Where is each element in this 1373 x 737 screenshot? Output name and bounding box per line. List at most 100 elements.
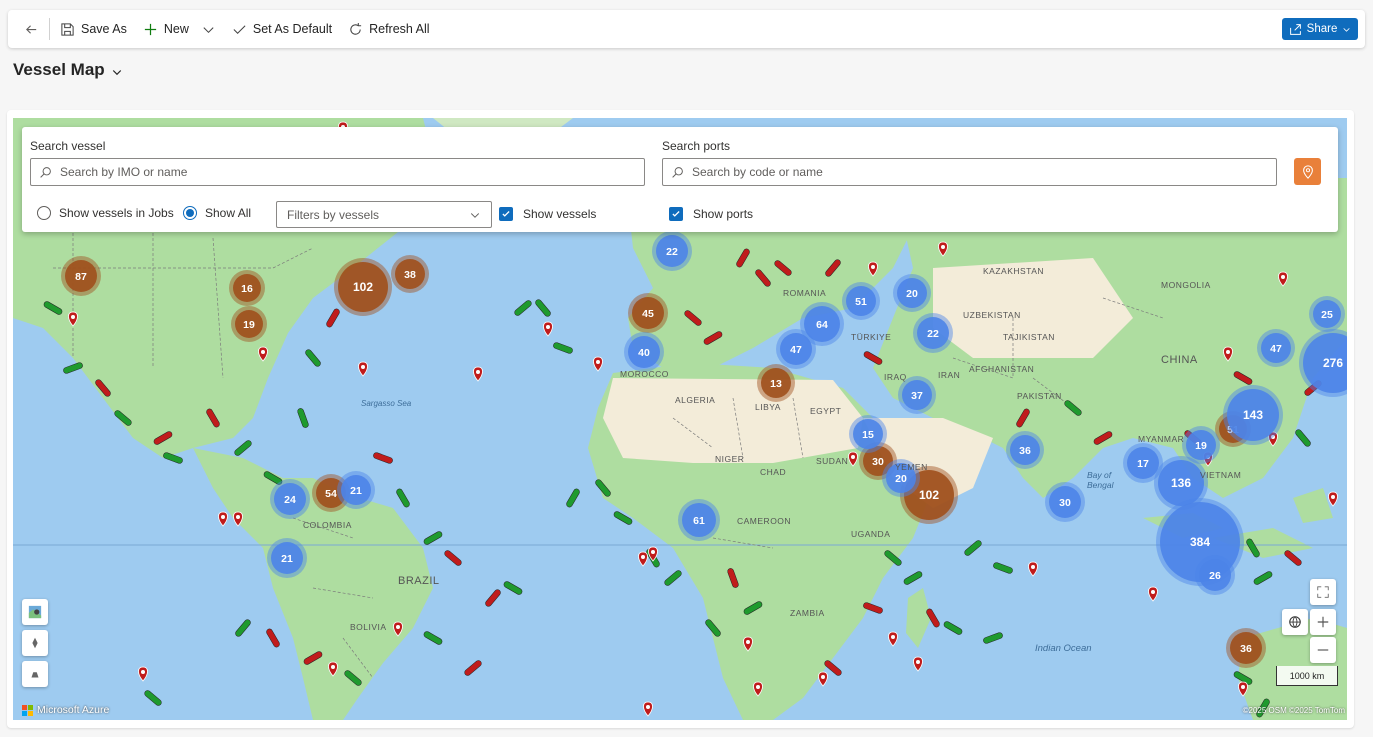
vessel-marker-green[interactable] <box>63 362 84 374</box>
port-cluster[interactable]: 21 <box>337 471 375 509</box>
port-marker[interactable] <box>543 321 553 337</box>
port-cluster[interactable]: 15 <box>849 415 887 453</box>
vessel-marker-green[interactable] <box>963 539 982 556</box>
port-marker[interactable] <box>68 311 78 327</box>
save-as-button[interactable]: Save As <box>52 14 135 44</box>
port-cluster[interactable]: 30 <box>1045 482 1085 522</box>
vessel-marker-red[interactable] <box>1015 408 1030 428</box>
search-vessel-input[interactable]: Search by IMO or name <box>30 158 645 186</box>
traffic-toggle-button[interactable] <box>1282 609 1308 635</box>
vessel-filter-dropdown[interactable]: Filters by vessels <box>276 201 492 228</box>
vessel-cluster[interactable]: 19 <box>231 306 267 342</box>
map-style-button[interactable] <box>22 599 48 625</box>
vessel-marker-green[interactable] <box>743 600 763 615</box>
vessel-marker-green[interactable] <box>163 452 184 464</box>
vessel-cluster[interactable]: 45 <box>628 293 668 333</box>
port-cluster[interactable]: 24 <box>270 479 310 519</box>
vessel-marker-green[interactable] <box>513 299 532 316</box>
search-ports-input[interactable]: Search by code or name <box>662 158 1277 186</box>
vessel-marker-green[interactable] <box>565 488 580 508</box>
vessel-marker-green[interactable] <box>1245 538 1260 558</box>
vessel-marker-red[interactable] <box>463 659 482 676</box>
compass-button[interactable] <box>22 630 48 656</box>
set-as-default-button[interactable]: Set As Default <box>224 14 340 44</box>
vessel-marker-green[interactable] <box>304 348 321 367</box>
new-button[interactable]: New <box>135 14 224 44</box>
vessel-marker-green[interactable] <box>423 630 443 645</box>
port-marker[interactable] <box>1148 586 1158 602</box>
vessel-marker-green[interactable] <box>553 342 574 354</box>
vessel-marker-red[interactable] <box>1233 370 1253 385</box>
vessel-marker-red[interactable] <box>325 308 340 328</box>
vessel-marker-green[interactable] <box>43 300 63 315</box>
vessel-marker-green[interactable] <box>1253 570 1273 585</box>
pitch-button[interactable] <box>22 661 48 687</box>
vessel-marker-red[interactable] <box>303 650 323 665</box>
port-marker[interactable] <box>358 361 368 377</box>
port-marker[interactable] <box>233 511 243 527</box>
port-cluster[interactable]: 25 <box>1309 296 1345 332</box>
port-marker[interactable] <box>743 636 753 652</box>
vessel-marker-red[interactable] <box>265 628 280 648</box>
vessel-cluster[interactable]: 16 <box>229 270 265 306</box>
vessel-marker-red[interactable] <box>1093 430 1113 445</box>
port-cluster[interactable]: 20 <box>893 274 931 312</box>
port-marker[interactable] <box>593 356 603 372</box>
locate-port-button[interactable] <box>1294 158 1321 185</box>
port-marker[interactable] <box>138 666 148 682</box>
vessel-marker-green[interactable] <box>983 632 1004 644</box>
port-marker[interactable] <box>938 241 948 257</box>
vessel-marker-green[interactable] <box>143 689 162 706</box>
radio-show-vessels-in-jobs[interactable]: Show vessels in Jobs <box>37 206 174 220</box>
vessel-marker-red[interactable] <box>925 608 940 628</box>
port-marker[interactable] <box>218 511 228 527</box>
port-marker[interactable] <box>638 551 648 567</box>
vessel-marker-green[interactable] <box>943 620 963 635</box>
port-marker[interactable] <box>868 261 878 277</box>
port-marker[interactable] <box>643 701 653 717</box>
port-cluster[interactable]: 143 <box>1223 385 1283 445</box>
port-marker[interactable] <box>848 451 858 467</box>
radio-show-all[interactable]: Show All <box>183 206 251 220</box>
port-cluster[interactable]: 36 <box>1006 431 1044 469</box>
vessel-marker-red[interactable] <box>703 330 723 345</box>
vessel-marker-green[interactable] <box>233 439 252 456</box>
port-cluster[interactable]: 40 <box>624 332 664 372</box>
vessel-cluster[interactable]: 102 <box>334 258 392 316</box>
port-cluster[interactable]: 61 <box>678 499 720 541</box>
vessel-marker-green[interactable] <box>1294 428 1311 447</box>
fullscreen-button[interactable] <box>1310 579 1336 605</box>
port-marker[interactable] <box>888 631 898 647</box>
vessel-marker-red[interactable] <box>373 452 394 464</box>
vessel-marker-green[interactable] <box>534 298 551 317</box>
vessel-marker-green[interactable] <box>903 570 923 585</box>
vessel-cluster[interactable]: 36 <box>1226 628 1266 668</box>
vessel-marker-green[interactable] <box>234 618 251 637</box>
port-cluster[interactable]: 276 <box>1299 329 1347 397</box>
port-marker[interactable] <box>913 656 923 672</box>
vessel-marker-red[interactable] <box>863 350 883 365</box>
refresh-all-button[interactable]: Refresh All <box>340 14 437 44</box>
vessel-marker-green[interactable] <box>297 408 309 429</box>
port-cluster[interactable]: 22 <box>652 231 692 271</box>
vessel-marker-red[interactable] <box>735 248 750 268</box>
vessel-cluster[interactable]: 13 <box>757 364 795 402</box>
port-marker[interactable] <box>393 621 403 637</box>
vessel-marker-red[interactable] <box>94 378 111 397</box>
vessel-marker-red[interactable] <box>683 309 702 326</box>
vessel-marker-green[interactable] <box>704 618 721 637</box>
vessel-marker-green[interactable] <box>613 510 633 525</box>
vessel-cluster[interactable]: 87 <box>61 256 101 296</box>
port-marker[interactable] <box>1278 271 1288 287</box>
port-marker[interactable] <box>1223 346 1233 362</box>
port-marker[interactable] <box>258 346 268 362</box>
vessel-marker-green[interactable] <box>883 549 902 566</box>
port-cluster[interactable]: 21 <box>267 538 307 578</box>
vessel-marker-green[interactable] <box>594 478 611 497</box>
back-button[interactable] <box>16 14 47 44</box>
show-vessels-checkbox[interactable]: Show vessels <box>499 207 596 221</box>
zoom-in-button[interactable] <box>1310 609 1336 635</box>
port-cluster[interactable]: 51 <box>842 282 880 320</box>
zoom-out-button[interactable] <box>1310 637 1336 663</box>
vessel-marker-red[interactable] <box>773 259 792 276</box>
